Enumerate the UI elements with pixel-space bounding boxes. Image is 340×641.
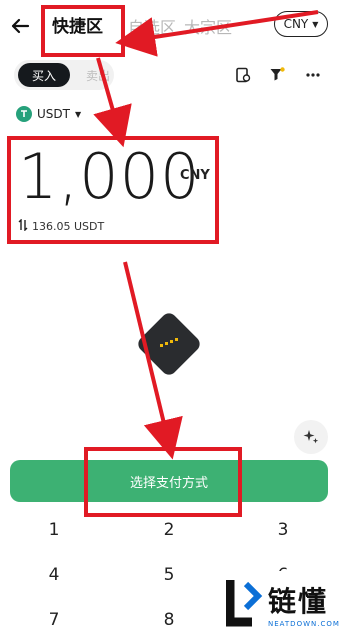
annotation-arrows [93, 10, 319, 460]
arrow-to-amount [93, 57, 132, 148]
arrow-to-tab [115, 10, 319, 57]
arrow-to-pay [123, 261, 183, 460]
